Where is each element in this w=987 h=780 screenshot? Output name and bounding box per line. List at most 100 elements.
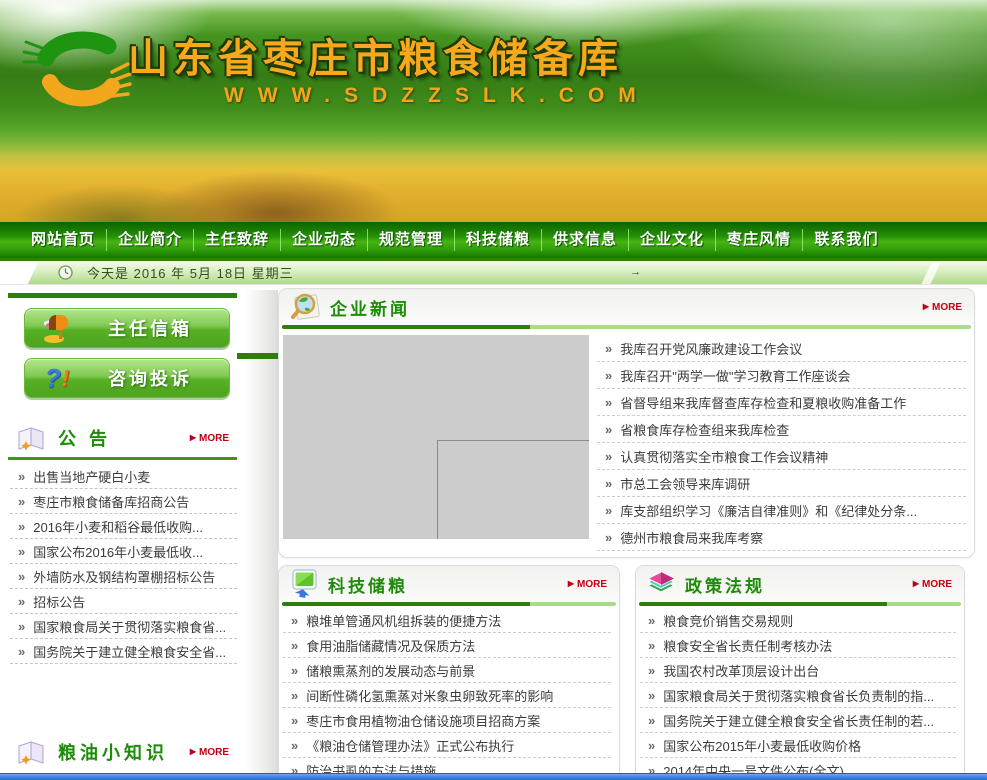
tech-link[interactable]: 间断性磷化氢熏蒸对米象虫卵致死率的影响 [306, 686, 553, 705]
policy-item[interactable]: » 国家公布2015年小麦最低收购价格 [640, 733, 956, 758]
nav-item[interactable]: 规范管理 [368, 229, 455, 251]
announcement-item[interactable]: » 出售当地产硬白小麦 [10, 464, 237, 489]
policy-link[interactable]: 国务院关于建立健全粮食安全省长责任制的若... [663, 711, 934, 730]
policy-title: 政策法规 [685, 572, 765, 597]
announcement-link[interactable]: 枣庄市粮食储备库招商公告 [33, 492, 189, 511]
double-angle-icon: » [18, 569, 25, 584]
announcement-link[interactable]: 2016年小麦和稻谷最低收购... [33, 517, 203, 536]
tech-item[interactable]: » 储粮熏蒸剂的发展动态与前景 [283, 658, 611, 683]
nav-item[interactable]: 企业动态 [281, 229, 368, 251]
news-item[interactable]: » 德州市粮食局来我库考察 [597, 524, 966, 551]
nav-item[interactable]: 企业文化 [629, 229, 716, 251]
policy-link[interactable]: 国家公布2015年小麦最低收购价格 [663, 736, 861, 755]
policy-panel: 政策法规 ▶ MORE » 粮食竞价销售交易规则 » [635, 565, 965, 777]
news-header: 企业新闻 ▶ MORE [279, 289, 974, 325]
nav-item[interactable]: 网站首页 [20, 229, 107, 251]
nav-item[interactable]: 枣庄风情 [716, 229, 803, 251]
double-angle-icon: » [648, 613, 655, 628]
announcement-item[interactable]: » 枣庄市粮食储备库招商公告 [10, 489, 237, 514]
news-more-link[interactable]: ▶ MORE [923, 302, 962, 313]
news-link[interactable]: 德州市粮食局来我库考察 [620, 528, 763, 547]
announcement-link[interactable]: 国家公布2016年小麦最低收... [33, 542, 203, 561]
page-curl-shadow [244, 290, 278, 778]
nav-item[interactable]: 联系我们 [803, 229, 890, 251]
marquee-arrow-icon: → [630, 266, 641, 278]
announcement-item[interactable]: » 招标公告 [10, 589, 237, 614]
tech-item[interactable]: » 《粮油仓储管理办法》正式公布执行 [283, 733, 611, 758]
nav-item[interactable]: 供求信息 [542, 229, 629, 251]
knowledge-header: 粮油小知识 ▶ MORE [16, 737, 229, 767]
announcement-link[interactable]: 招标公告 [33, 592, 85, 611]
policy-link[interactable]: 国家粮食局关于贯彻落实粮食省长负责制的指... [663, 686, 934, 705]
announcement-item[interactable]: » 外墙防水及钢结构罩棚招标公告 [10, 564, 237, 589]
announcement-item[interactable]: » 国家公布2016年小麦最低收... [10, 539, 237, 564]
tech-item[interactable]: » 枣庄市食用植物油仓储设施项目招商方案 [283, 708, 611, 733]
announcement-link[interactable]: 出售当地产硬白小麦 [33, 467, 150, 486]
tech-more-link[interactable]: ▶ MORE [568, 579, 607, 590]
nav-item[interactable]: 科技储粮 [455, 229, 542, 251]
knowledge-title: 粮油小知识 [58, 739, 168, 765]
double-angle-icon: » [648, 638, 655, 653]
news-title: 企业新闻 [330, 295, 410, 320]
tech-item[interactable]: » 粮堆单管通风机组拆装的便捷方法 [283, 608, 611, 633]
double-angle-icon: » [18, 544, 25, 559]
news-link[interactable]: 认真贯彻落实全市粮食工作会议精神 [620, 447, 828, 466]
news-link[interactable]: 库支部组织学习《廉洁自律准则》和《纪律处分条... [620, 501, 917, 520]
more-arrow-icon: ▶ [190, 748, 196, 756]
tech-link[interactable]: 储粮熏蒸剂的发展动态与前景 [306, 661, 475, 680]
announcements-header: 公 告 ▶ MORE [16, 423, 229, 453]
news-item[interactable]: » 库支部组织学习《廉洁自律准则》和《纪律处分条... [597, 497, 966, 524]
announcement-item[interactable]: » 国务院关于建立健全粮食安全省... [10, 639, 237, 664]
policy-link[interactable]: 粮食竞价销售交易规则 [663, 611, 793, 630]
announcement-link[interactable]: 外墙防水及钢结构罩棚招标公告 [33, 567, 215, 586]
policy-item[interactable]: » 国务院关于建立健全粮食安全省长责任制的若... [640, 708, 956, 733]
site-title: 山东省枣庄市粮食储备库 [128, 26, 623, 84]
news-item[interactable]: » 市总工会领导来库调研 [597, 470, 966, 497]
double-angle-icon: » [648, 688, 655, 703]
policy-item[interactable]: » 粮食安全省长责任制考核办法 [640, 633, 956, 658]
books-icon [646, 570, 676, 598]
announcements-title: 公 告 [58, 425, 111, 451]
policy-link[interactable]: 我国农村改革顶层设计出台 [663, 661, 819, 680]
nav-item[interactable]: 主任致辞 [194, 229, 281, 251]
policy-item[interactable]: » 国家粮食局关于贯彻落实粮食省长负责制的指... [640, 683, 956, 708]
news-item[interactable]: » 省督导组来我库督查库存检查和夏粮收购准备工作 [597, 389, 966, 416]
announcements-more-link[interactable]: ▶ MORE [190, 433, 229, 444]
tech-link[interactable]: 食用油脂储藏情况及保质方法 [306, 636, 475, 655]
policy-item[interactable]: » 粮食竞价销售交易规则 [640, 608, 956, 633]
decorative-green-bar [237, 353, 279, 359]
tech-panel: 科技储粮 ▶ MORE » 粮堆单管通风机组拆装的便捷方法 » [278, 565, 620, 777]
director-mailbox-button[interactable]: 主任信箱 [24, 308, 230, 348]
tech-item[interactable]: » 食用油脂储藏情况及保质方法 [283, 633, 611, 658]
news-link[interactable]: 我库召开党风廉政建设工作会议 [620, 339, 802, 358]
consult-complaint-button[interactable]: ?! 咨询投诉 [24, 358, 230, 398]
policy-item[interactable]: » 我国农村改革顶层设计出台 [640, 658, 956, 683]
policy-link[interactable]: 粮食安全省长责任制考核办法 [663, 636, 832, 655]
news-link[interactable]: 省督导组来我库督查库存检查和夏粮收购准备工作 [620, 393, 906, 412]
open-book-icon [16, 739, 48, 765]
nav-item[interactable]: 企业简介 [107, 229, 194, 251]
tech-item[interactable]: » 间断性磷化氢熏蒸对米象虫卵致死率的影响 [283, 683, 611, 708]
double-angle-icon: » [291, 613, 298, 628]
announcement-link[interactable]: 国家粮食局关于贯彻落实粮食省... [33, 617, 226, 636]
news-item[interactable]: » 我库召开"两学一做"学习教育工作座谈会 [597, 362, 966, 389]
tech-link[interactable]: 粮堆单管通风机组拆装的便捷方法 [306, 611, 501, 630]
announcement-item[interactable]: » 国家粮食局关于贯彻落实粮食省... [10, 614, 237, 639]
news-link[interactable]: 市总工会领导来库调研 [620, 474, 750, 493]
double-angle-icon: » [648, 663, 655, 678]
tech-link[interactable]: 《粮油仓储管理办法》正式公布执行 [306, 736, 514, 755]
announcements-rule [8, 457, 237, 460]
news-item[interactable]: » 省粮食库存检查组来我库检查 [597, 416, 966, 443]
double-angle-icon: » [648, 713, 655, 728]
tech-title: 科技储粮 [328, 572, 408, 597]
news-item[interactable]: » 认真贯彻落实全市粮食工作会议精神 [597, 443, 966, 470]
banner: 山东省枣庄市粮食储备库 WWW.SDZZSLK.COM [0, 0, 987, 222]
knowledge-more-link[interactable]: ▶ MORE [190, 747, 229, 758]
news-link[interactable]: 省粮食库存检查组来我库检查 [620, 420, 789, 439]
announcement-item[interactable]: » 2016年小麦和稻谷最低收购... [10, 514, 237, 539]
policy-more-link[interactable]: ▶ MORE [913, 579, 952, 590]
tech-link[interactable]: 枣庄市食用植物油仓储设施项目招商方案 [306, 711, 540, 730]
announcement-link[interactable]: 国务院关于建立健全粮食安全省... [33, 642, 226, 661]
news-link[interactable]: 我库召开"两学一做"学习教育工作座谈会 [620, 366, 850, 385]
news-item[interactable]: » 我库召开党风廉政建设工作会议 [597, 335, 966, 362]
